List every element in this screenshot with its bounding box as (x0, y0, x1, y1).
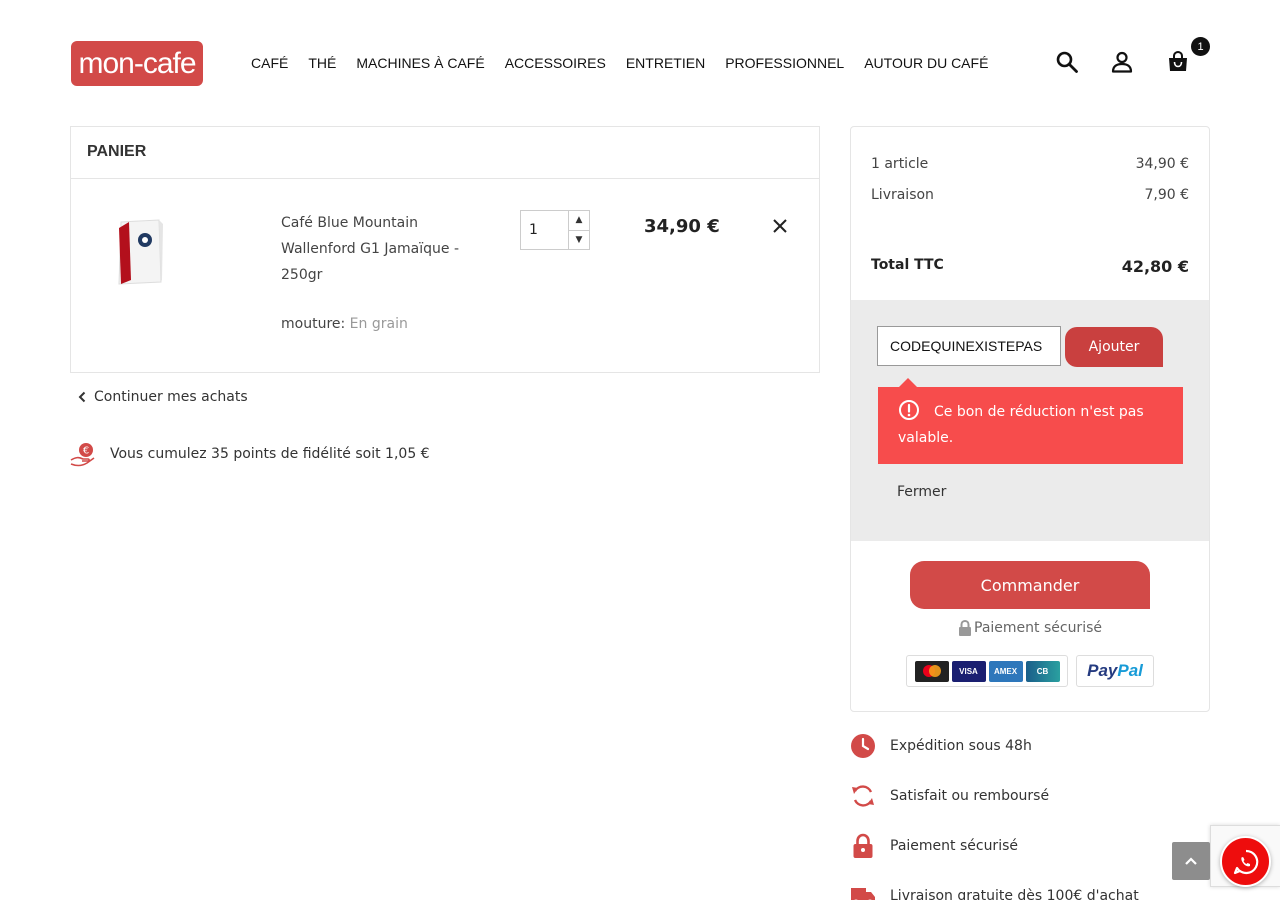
nav-item-the[interactable]: THÉ (308, 54, 336, 72)
quantity-increase-button[interactable]: ▲ (569, 211, 589, 231)
nav-item-machines[interactable]: MACHINES À CAFÉ (356, 54, 484, 72)
shopping-bag-icon[interactable] (1166, 50, 1190, 74)
reassurance-item: Expédition sous 48h (850, 733, 1032, 759)
order-summary: 1 article 34,90 € Livraison 7,90 € Total… (850, 126, 1210, 712)
promo-code-input[interactable]: CODEQUINEXISTEPAS (877, 326, 1061, 366)
chevron-up-icon (1185, 857, 1197, 865)
loyalty-points: € Vous cumulez 35 points de fidélité soi… (70, 441, 430, 467)
refresh-icon (852, 785, 874, 807)
reassurance-label: Expédition sous 48h (890, 738, 1032, 754)
whatsapp-chat-button[interactable] (1220, 836, 1271, 887)
attribute-label: mouture: (281, 316, 346, 332)
nav-item-professionnel[interactable]: PROFESSIONNEL (725, 54, 844, 72)
articles-label: 1 article (871, 156, 929, 172)
quantity-decrease-button[interactable]: ▼ (569, 231, 589, 250)
nav-item-entretien[interactable]: ENTRETIEN (626, 54, 705, 72)
product-image[interactable] (115, 214, 165, 286)
reassurance-label: Satisfait ou remboursé (890, 788, 1050, 804)
continue-shopping-label: Continuer mes achats (94, 389, 248, 405)
alert-pointer (899, 378, 917, 387)
apply-promo-button[interactable]: Ajouter (1065, 327, 1163, 367)
cart-title: PANIER (87, 143, 147, 160)
total-value: 42,80 € (1121, 257, 1189, 276)
continue-shopping-link[interactable]: Continuer mes achats (78, 389, 248, 405)
quantity-buttons: ▲ ▼ (568, 211, 589, 249)
line-price: 34,90 € (644, 216, 720, 237)
summary-total-row: Total TTC 42,80 € (871, 257, 1189, 276)
nav-item-autour-du-cafe[interactable]: AUTOUR DU CAFÉ (864, 54, 988, 72)
cart-count-badge: 1 (1191, 37, 1210, 56)
cb-icon: CB (1025, 660, 1060, 682)
main-nav: CAFÉ THÉ MACHINES À CAFÉ ACCESSOIRES ENT… (251, 54, 1008, 72)
quantity-stepper[interactable]: 1 ▲ ▼ (520, 210, 590, 250)
articles-value: 34,90 € (1135, 156, 1189, 172)
chevron-left-icon (78, 391, 86, 403)
secure-payment-label: Paiement sécurisé (974, 620, 1102, 636)
promo-code-zone: CODEQUINEXISTEPAS Ajouter Ce bon de rédu… (851, 300, 1209, 541)
remove-item-icon[interactable] (771, 217, 789, 235)
shipping-value: 7,90 € (1144, 187, 1189, 203)
visa-icon: VISA (951, 660, 986, 682)
attribute-value: En grain (349, 316, 408, 332)
amex-icon: AMEX (988, 660, 1023, 682)
cart-panel: PANIER Café Blue Mountain Wallenford G1 … (70, 126, 820, 373)
total-label: Total TTC (871, 257, 944, 273)
quantity-input[interactable]: 1 (521, 211, 568, 249)
shipping-label: Livraison (871, 187, 934, 203)
search-icon[interactable] (1055, 50, 1079, 74)
svg-text:€: € (83, 446, 89, 457)
summary-articles-row: 1 article 34,90 € (871, 156, 1189, 172)
nav-item-accessoires[interactable]: ACCESSOIRES (505, 54, 606, 72)
paypal-logo: Pay Pal (1076, 655, 1154, 687)
reassurance-label: Paiement sécurisé (890, 838, 1018, 854)
close-promo-link[interactable]: Fermer (897, 484, 946, 500)
reassurance-item: Paiement sécurisé (850, 833, 1018, 859)
reassurance-item: Livraison gratuite dès 100€ d'achat (850, 883, 1139, 900)
user-icon[interactable] (1110, 50, 1134, 74)
reassurance-label: Livraison gratuite dès 100€ d'achat (890, 888, 1139, 900)
scroll-to-top-button[interactable] (1172, 842, 1210, 880)
truck-icon (851, 888, 875, 900)
product-attribute: mouture: En grain (281, 316, 408, 332)
nav-item-cafe[interactable]: CAFÉ (251, 54, 288, 72)
promo-error-text: Ce bon de réduction n'est pas valable. (898, 404, 1144, 446)
alert-icon (899, 400, 919, 420)
lock-icon (853, 833, 873, 858)
mastercard-icon (914, 660, 949, 682)
whatsapp-icon (1233, 849, 1258, 874)
divider (71, 178, 819, 179)
loyalty-coin-icon: € (70, 443, 95, 467)
padlock-icon (959, 620, 971, 636)
secure-payment-note: Paiement sécurisé (851, 620, 1209, 636)
checkout-button[interactable]: Commander (910, 561, 1150, 609)
loyalty-text: Vous cumulez 35 points de fidélité soit … (110, 446, 430, 462)
product-name[interactable]: Café Blue Mountain Wallenford G1 Jamaïqu… (281, 210, 481, 288)
logo[interactable]: mon-cafe (71, 41, 203, 86)
card-logos: VISA AMEX CB (906, 655, 1068, 687)
reassurance-item: Satisfait ou remboursé (850, 783, 1049, 809)
promo-error-alert: Ce bon de réduction n'est pas valable. (878, 387, 1183, 464)
summary-shipping-row: Livraison 7,90 € (871, 187, 1189, 203)
clock-icon (851, 734, 875, 758)
